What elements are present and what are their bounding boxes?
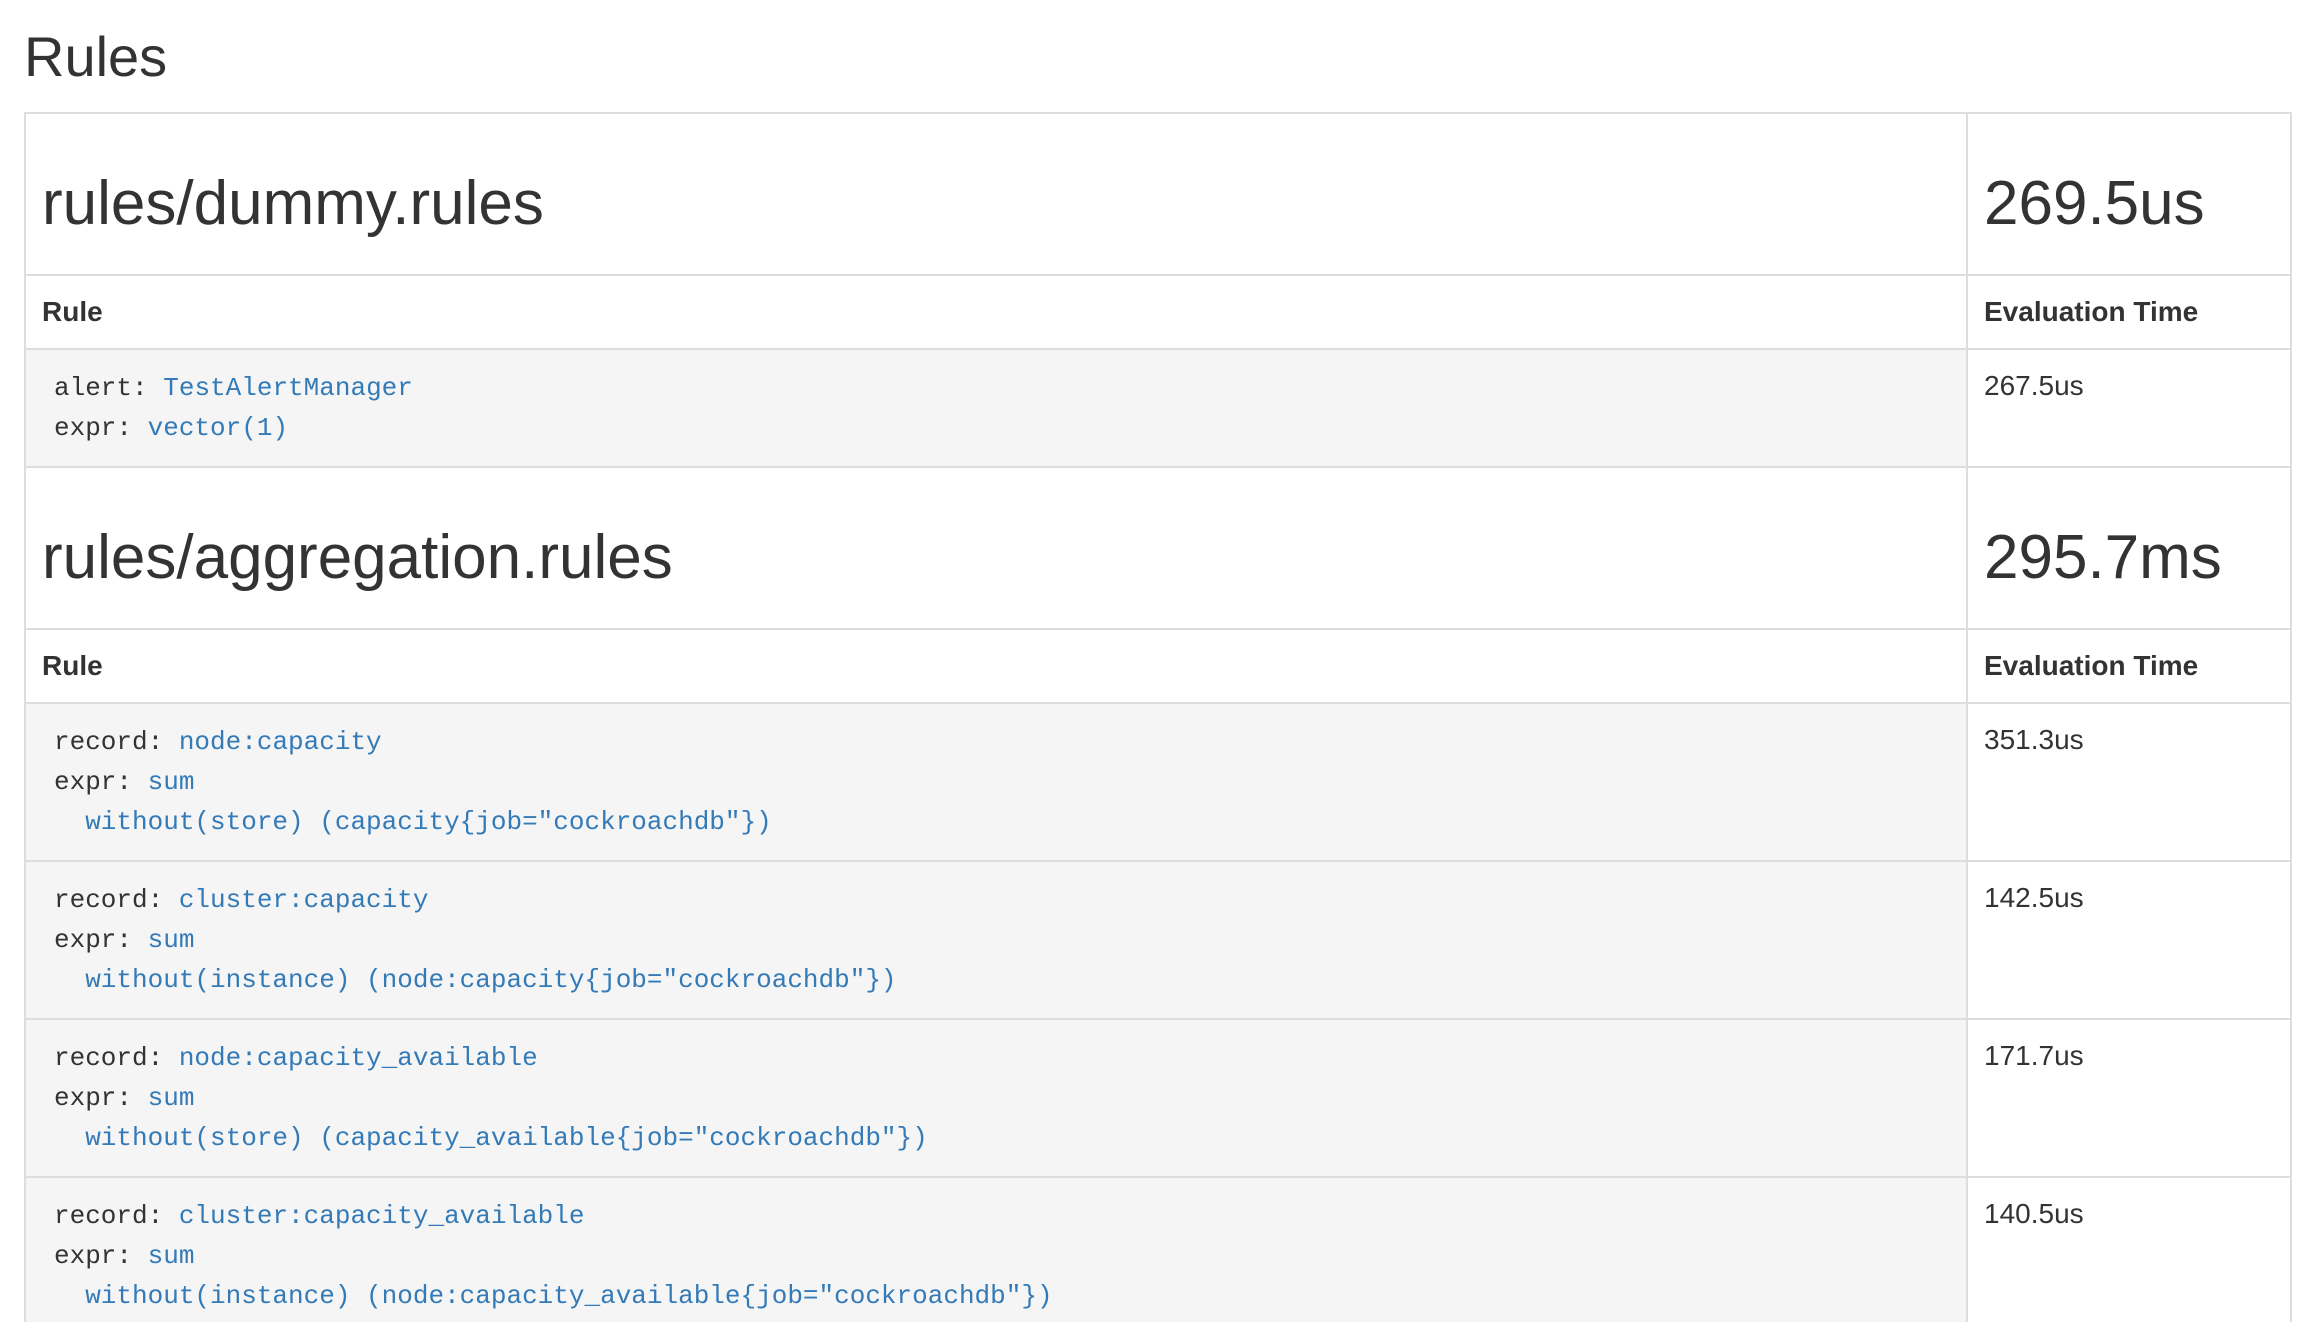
rule-evaluation-time: 267.5us bbox=[1967, 349, 2291, 467]
column-header-rule: Rule bbox=[25, 629, 1967, 703]
rule-definition: record: node:capacity_available expr: su… bbox=[26, 1020, 1966, 1176]
rule-type-label: record: bbox=[54, 727, 163, 757]
rule-expr-label: expr: bbox=[54, 1083, 132, 1113]
column-header-evaluation-time: Evaluation Time bbox=[1967, 629, 2291, 703]
rule-name-link[interactable]: node:capacity bbox=[179, 727, 382, 757]
rule-definition: record: cluster:capacity_available expr:… bbox=[26, 1178, 1966, 1322]
rule-row: record: cluster:capacity_available expr:… bbox=[25, 1177, 2291, 1322]
rule-type-label: record: bbox=[54, 1201, 163, 1231]
rules-page: Rules rules/dummy.rules 269.5us Rule Eva… bbox=[0, 26, 2316, 1322]
rule-row: record: node:capacity expr: sum without(… bbox=[25, 703, 2291, 861]
page-title: Rules bbox=[24, 26, 2292, 88]
rule-evaluation-time: 171.7us bbox=[1967, 1019, 2291, 1177]
columns-header-row: Rule Evaluation Time bbox=[25, 629, 2291, 703]
rule-group-evaluation-total: 269.5us bbox=[1984, 170, 2274, 238]
rule-group-file: rules/aggregation.rules bbox=[42, 524, 1950, 592]
rule-type-label: record: bbox=[54, 1043, 163, 1073]
rule-row: alert: TestAlertManager expr: vector(1) … bbox=[25, 349, 2291, 467]
rule-expr-link[interactable]: sum without(instance) (node:capacity{job… bbox=[54, 925, 897, 995]
rule-expr-label: expr: bbox=[54, 1241, 132, 1271]
rule-type-label: record: bbox=[54, 885, 163, 915]
rule-expr-label: expr: bbox=[54, 413, 132, 443]
rule-name-link[interactable]: cluster:capacity_available bbox=[179, 1201, 585, 1231]
rule-definition: record: cluster:capacity expr: sum witho… bbox=[26, 862, 1966, 1018]
rule-definition: alert: TestAlertManager expr: vector(1) bbox=[26, 350, 1966, 466]
columns-header-row: Rule Evaluation Time bbox=[25, 275, 2291, 349]
rule-definition: record: node:capacity expr: sum without(… bbox=[26, 704, 1966, 860]
rule-evaluation-time: 140.5us bbox=[1967, 1177, 2291, 1322]
rules-table: rules/dummy.rules 269.5us Rule Evaluatio… bbox=[24, 112, 2292, 1322]
rule-name-link[interactable]: node:capacity_available bbox=[179, 1043, 538, 1073]
rule-expr-link[interactable]: vector(1) bbox=[148, 413, 288, 443]
rule-group-evaluation-total: 295.7ms bbox=[1984, 524, 2274, 592]
rule-row: record: cluster:capacity expr: sum witho… bbox=[25, 861, 2291, 1019]
column-header-rule: Rule bbox=[25, 275, 1967, 349]
rule-group-header-row: rules/aggregation.rules 295.7ms bbox=[25, 467, 2291, 629]
rule-evaluation-time: 351.3us bbox=[1967, 703, 2291, 861]
column-header-evaluation-time: Evaluation Time bbox=[1967, 275, 2291, 349]
rule-name-link[interactable]: cluster:capacity bbox=[179, 885, 429, 915]
rule-group-file: rules/dummy.rules bbox=[42, 170, 1950, 238]
rule-expr-link[interactable]: sum without(store) (capacity_available{j… bbox=[54, 1083, 928, 1153]
rule-expr-label: expr: bbox=[54, 925, 132, 955]
rule-evaluation-time: 142.5us bbox=[1967, 861, 2291, 1019]
rule-group-header-row: rules/dummy.rules 269.5us bbox=[25, 113, 2291, 275]
rule-expr-link[interactable]: sum without(store) (capacity{job="cockro… bbox=[54, 767, 772, 837]
rule-expr-label: expr: bbox=[54, 767, 132, 797]
rule-name-link[interactable]: TestAlertManager bbox=[163, 373, 413, 403]
rule-type-label: alert: bbox=[54, 373, 148, 403]
rule-row: record: node:capacity_available expr: su… bbox=[25, 1019, 2291, 1177]
rule-expr-link[interactable]: sum without(instance) (node:capacity_ava… bbox=[54, 1241, 1053, 1311]
